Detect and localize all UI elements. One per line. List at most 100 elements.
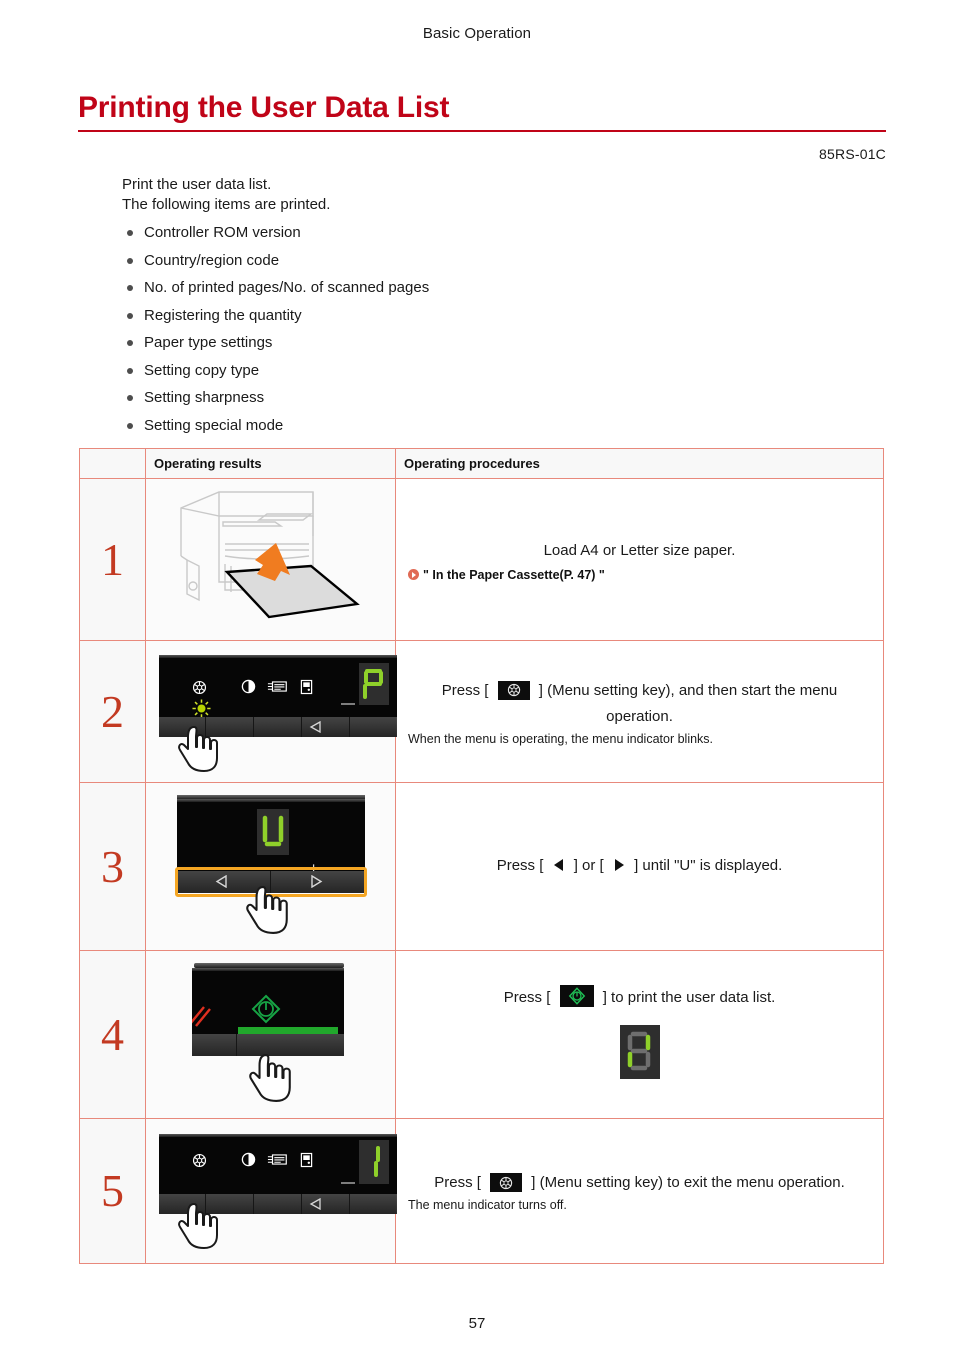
menu-setting-key-icon <box>490 1173 523 1192</box>
status-dash-icon <box>340 1181 355 1184</box>
step-instruction: Press [ ] (Menu setting key) to exit the… <box>408 1170 871 1196</box>
instruction-part-b: ] (Menu setting key), and then start the… <box>538 681 838 699</box>
control-panel-menu-key-illustration <box>151 647 397 772</box>
instruction-part-b: ] or [ <box>573 856 604 874</box>
bullet-icon <box>127 285 133 291</box>
instruction-part-a: Press [ <box>434 1174 481 1191</box>
list-item-label: Country/region code <box>144 251 280 269</box>
step-procedure-cell: Press [ ] (Menu setting key) to exit the… <box>395 1118 884 1264</box>
control-panel-start-key-illustration <box>186 957 356 1107</box>
step-procedure-cell: Press [ ] to print the user data list. <box>395 950 884 1119</box>
pointing-hand-icon <box>248 1054 291 1102</box>
control-panel-exit-menu-illustration <box>151 1130 397 1249</box>
step-procedure-cell: Load A4 or Letter size paper. " In the P… <box>395 478 884 641</box>
panel-button-5[interactable] <box>349 717 397 737</box>
step-instruction: Press [ ] (Menu setting key), and then s… <box>408 678 871 704</box>
page-number: 57 <box>468 1315 486 1332</box>
list-item: No. of printed pages/No. of scanned page… <box>122 279 822 297</box>
step-instruction-line2: operation. <box>606 707 673 725</box>
bullet-icon <box>127 422 133 429</box>
list-item-label: Setting copy type <box>144 361 260 379</box>
header-cell-number <box>79 448 146 479</box>
pointing-hand-icon <box>177 1202 218 1249</box>
step-illustration-cell: − + <box>145 782 396 951</box>
intro-line-1: Print the user data list. <box>122 176 272 193</box>
step-illustration-cell <box>145 950 396 1119</box>
bullet-icon <box>127 312 133 319</box>
step-number: 4 <box>79 950 146 1119</box>
menu-icon <box>191 679 208 701</box>
status-dash-icon <box>340 703 355 705</box>
step-procedure-cell: Press [ ] (Menu setting key), and then s… <box>395 640 884 783</box>
printed-items-list: Controller ROM version Country/region co… <box>122 224 822 435</box>
intro-block: Print the user data list. The following … <box>122 175 822 444</box>
start-key-icon <box>251 994 280 1024</box>
page-title-block: Printing the User Data List <box>78 91 886 133</box>
table-header-row: Operating results Operating procedures <box>79 448 884 479</box>
panel-button-1[interactable] <box>191 1034 237 1056</box>
bullet-icon <box>127 395 133 401</box>
intro-line-2: The following items are printed. <box>122 195 331 213</box>
running-header: Basic Operation <box>422 25 532 42</box>
panel-button-5[interactable] <box>349 1193 397 1214</box>
seven-segment-display <box>358 663 389 705</box>
list-item: Controller ROM version <box>122 224 822 242</box>
list-item-label: Paper type settings <box>144 334 273 351</box>
panel-button-left-arrow[interactable] <box>301 1193 350 1214</box>
table-row: 3 − + Press [] or [] until "U" is disp… <box>79 782 884 951</box>
instruction-part-a: Press [ <box>441 681 489 699</box>
start-key-icon <box>559 985 594 1007</box>
instruction-part-b: ] (Menu setting key) to exit the menu op… <box>531 1174 845 1191</box>
instruction-part-a: Press [ <box>503 989 551 1006</box>
step-procedure-cell: Press [ ] or [ ] until "U" is displayed. <box>395 782 884 951</box>
pointing-hand-icon <box>177 726 218 772</box>
play-circle-icon <box>408 569 419 580</box>
reference-link[interactable]: " In the Paper Cassette(P. 47) " <box>408 568 871 582</box>
bullet-icon <box>127 230 133 236</box>
document-code: 85RS-01C <box>819 146 886 162</box>
bullet-icon <box>127 340 133 346</box>
density-icon <box>241 1152 256 1172</box>
step-number: 3 <box>79 782 146 951</box>
panel-button-3[interactable] <box>254 717 302 737</box>
table-row: 4 Press [] to print the user data list. <box>79 950 884 1119</box>
cassette-icon <box>300 679 313 700</box>
step-number: 5 <box>79 1118 146 1264</box>
control-panel-arrow-keys-illustration: − + <box>171 789 371 939</box>
panel-button-3[interactable] <box>254 1193 302 1214</box>
step-instruction: Press [ ] or [ ] until "U" is displayed. <box>408 853 871 881</box>
list-item-label: Setting special mode <box>144 416 284 434</box>
cassette-icon <box>300 1152 313 1173</box>
table-row: 5 Press [] (Menu setting key) to exit t… <box>79 1118 884 1264</box>
instruction-part-b: ] to print the user data list. <box>602 989 776 1006</box>
table-row: 1 Load A4 or Letter size paper. " In the… <box>79 478 884 641</box>
reference-link-label: " In the Paper Cassette(P. 47) " <box>423 567 605 582</box>
step-note: When the menu is operating, the menu ind… <box>408 731 714 746</box>
step-illustration-cell <box>145 478 396 641</box>
menu-icon <box>191 1152 208 1174</box>
list-item-label: Setting sharpness <box>144 389 265 406</box>
start-key-led <box>237 1027 338 1034</box>
menu-setting-key-icon <box>497 680 530 700</box>
display-value-1 <box>373 1145 380 1177</box>
instruction-part-c: ] until "U" is displayed. <box>634 856 783 874</box>
list-item-label: Controller ROM version <box>144 224 301 241</box>
instruction-part-a: Press [ <box>496 856 544 874</box>
left-arrow-icon <box>551 855 567 881</box>
list-item-label: No. of printed pages/No. of scanned page… <box>144 279 430 296</box>
header-cell-operating-results: Operating results <box>145 448 396 479</box>
panel-button-left-arrow[interactable] <box>301 717 350 737</box>
density-icon <box>241 679 256 699</box>
bullet-icon <box>127 257 133 264</box>
table-row: 2 Press [] (Menu setting key), and then… <box>79 640 884 783</box>
paper-settings-icon <box>267 679 289 699</box>
display-value-P <box>362 669 383 699</box>
step-number: 2 <box>79 640 146 783</box>
list-item: Paper type settings <box>122 334 822 352</box>
step-note: The menu indicator turns off. <box>408 1198 567 1212</box>
step-illustration-cell <box>145 1118 397 1264</box>
menu-indicator-blinking-icon <box>191 699 211 717</box>
list-item-label: Registering the quantity <box>144 306 302 324</box>
step-instruction: Load A4 or Letter size paper. <box>543 541 736 559</box>
step-illustration-cell <box>145 640 397 783</box>
